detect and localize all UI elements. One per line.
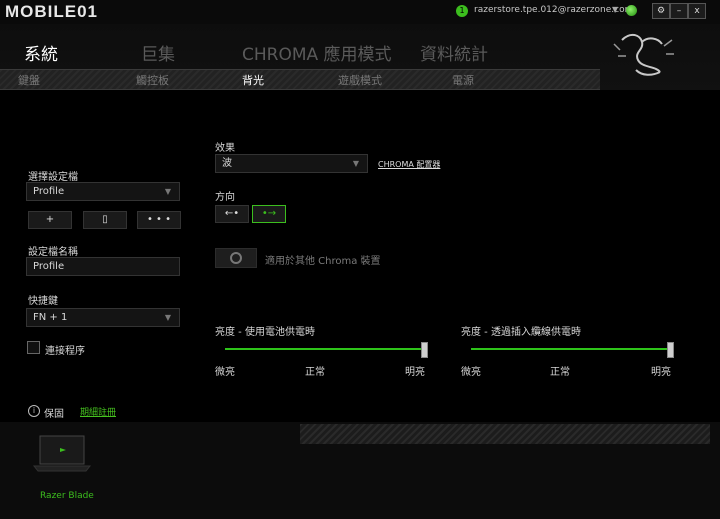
- direction-right-button[interactable]: •→: [252, 205, 286, 223]
- direction-left-button[interactable]: ←•: [215, 205, 249, 223]
- notification-badge[interactable]: 1: [456, 5, 468, 17]
- profile-select-label: 選擇設定檔: [28, 172, 78, 183]
- tab-stats[interactable]: 資料統計: [420, 40, 488, 65]
- battery-min-label: 微亮: [215, 367, 235, 378]
- sub-navigation: [0, 69, 600, 90]
- register-link[interactable]: 期細註冊: [80, 405, 116, 418]
- account-email[interactable]: razerstore.tpe.012@razerzone.com: [474, 5, 633, 15]
- toggle-knob-icon: [230, 252, 242, 264]
- direction-label: 方向: [215, 192, 235, 203]
- chevron-down-icon: ▼: [164, 187, 171, 196]
- razer-snake-icon: [613, 34, 674, 76]
- apply-other-label: 適用於其他 Chroma 裝置: [265, 256, 381, 267]
- tab-macro[interactable]: 巨集: [141, 40, 175, 65]
- plugged-brightness-slider[interactable]: [471, 342, 674, 358]
- chevron-down-icon[interactable]: ▼: [612, 5, 618, 14]
- app-logo: MOBILE01: [5, 2, 99, 21]
- battery-brightness-slider[interactable]: [225, 342, 428, 358]
- info-icon: i: [28, 405, 40, 417]
- profile-dropdown[interactable]: Profile ▼: [26, 182, 180, 201]
- tab-chroma-apps[interactable]: CHROMA 應用模式: [242, 40, 392, 65]
- slider-thumb[interactable]: [421, 342, 428, 358]
- hotkey-dropdown[interactable]: FN + 1 ▼: [26, 308, 180, 327]
- add-profile-button[interactable]: +: [28, 211, 72, 229]
- laptop-icon[interactable]: [30, 434, 92, 474]
- subtab-power[interactable]: 電源: [452, 72, 474, 88]
- tab-system[interactable]: 系統: [24, 40, 58, 65]
- device-tray-band: [300, 424, 710, 444]
- slider-track: [225, 348, 427, 350]
- close-button[interactable]: x: [688, 3, 706, 19]
- profile-dropdown-value: Profile: [33, 186, 65, 197]
- profile-name-label: 設定檔名稱: [28, 247, 78, 258]
- battery-max-label: 明亮: [405, 367, 425, 378]
- chroma-configurator-link[interactable]: CHROMA 配置器: [378, 159, 440, 170]
- effect-label: 效果: [215, 143, 235, 154]
- plugged-brightness-label: 亮度 - 透過插入纜線供電時: [461, 327, 581, 338]
- slider-track: [471, 348, 673, 350]
- chevron-down-icon: ▼: [352, 159, 359, 168]
- hotkey-dropdown-value: FN + 1: [33, 312, 68, 323]
- subtab-game-mode[interactable]: 遊戲模式: [338, 72, 382, 88]
- chevron-down-icon: ▼: [164, 313, 171, 322]
- plugged-max-label: 明亮: [651, 367, 671, 378]
- subtab-keyboard[interactable]: 鍵盤: [18, 72, 40, 88]
- apply-other-toggle[interactable]: [215, 248, 257, 268]
- device-name[interactable]: Razer Blade: [40, 491, 94, 501]
- battery-mid-label: 正常: [305, 367, 325, 378]
- settings-button[interactable]: ⚙: [652, 3, 670, 19]
- effect-dropdown[interactable]: 波 ▼: [215, 154, 368, 173]
- more-options-button[interactable]: • • •: [137, 211, 181, 229]
- link-program-label: 連接程序: [45, 346, 85, 357]
- plugged-mid-label: 正常: [550, 367, 570, 378]
- slider-thumb[interactable]: [667, 342, 674, 358]
- sync-status-icon[interactable]: [626, 5, 637, 16]
- subtab-touchpad[interactable]: 觸控板: [136, 72, 169, 88]
- hotkey-label: 快捷鍵: [28, 296, 58, 307]
- minimize-button[interactable]: –: [670, 3, 688, 19]
- link-program-checkbox[interactable]: [27, 341, 40, 354]
- warranty-label: 保固: [44, 409, 64, 420]
- effect-dropdown-value: 波: [222, 158, 232, 169]
- plugged-min-label: 微亮: [461, 367, 481, 378]
- battery-brightness-label: 亮度 - 使用電池供電時: [215, 327, 315, 338]
- subtab-backlight[interactable]: 背光: [242, 72, 264, 88]
- delete-profile-button[interactable]: ▯: [83, 211, 127, 229]
- profile-name-input[interactable]: Profile: [26, 257, 180, 276]
